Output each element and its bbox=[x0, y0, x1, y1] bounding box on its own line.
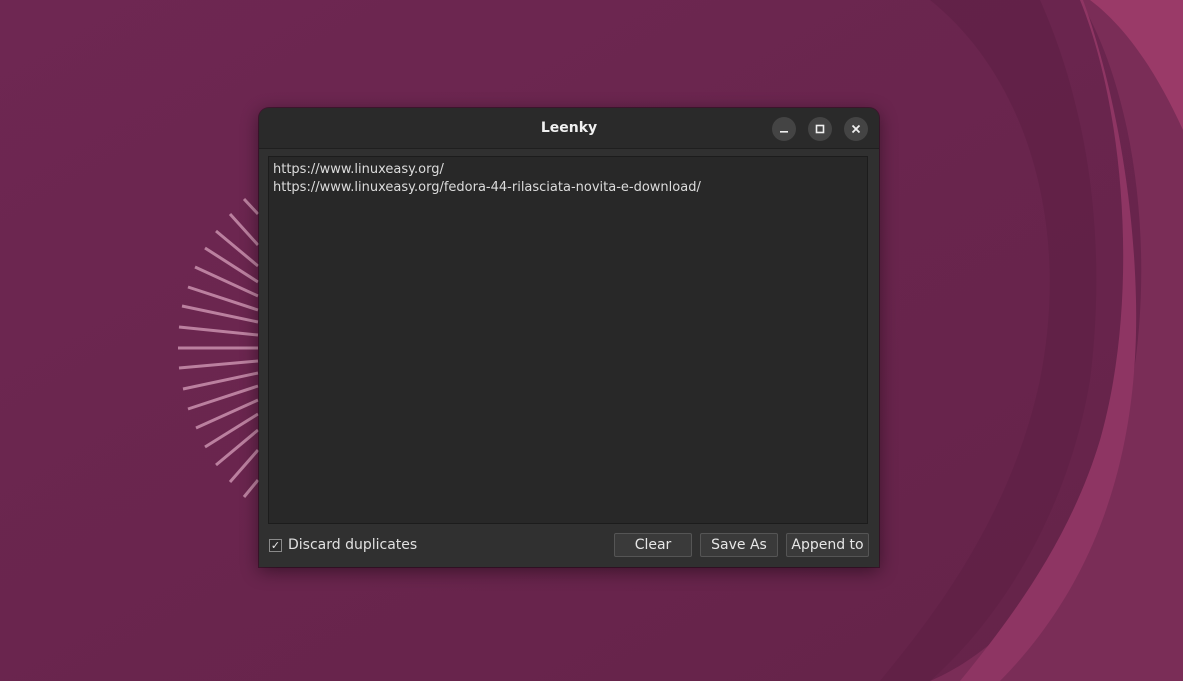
link-line: https://www.linuxeasy.org/ bbox=[273, 162, 444, 177]
clear-button[interactable]: Clear bbox=[614, 533, 692, 557]
close-icon bbox=[851, 124, 861, 134]
minimize-icon bbox=[780, 131, 788, 133]
bottom-bar: ✓ Discard duplicates Clear Save As Appen… bbox=[259, 532, 879, 558]
link-line: https://www.linuxeasy.org/fedora-44-rila… bbox=[273, 180, 701, 195]
leenky-window: Leenky https://www.linuxeasy.org/ https:… bbox=[259, 108, 879, 567]
maximize-button[interactable] bbox=[808, 117, 832, 141]
minimize-button[interactable] bbox=[772, 117, 796, 141]
close-button[interactable] bbox=[844, 117, 868, 141]
discard-duplicates-label: Discard duplicates bbox=[288, 537, 418, 553]
title-bar[interactable]: Leenky bbox=[259, 108, 879, 149]
maximize-icon bbox=[815, 124, 825, 134]
discard-duplicates-option[interactable]: ✓ Discard duplicates bbox=[269, 537, 417, 553]
discard-duplicates-checkbox[interactable]: ✓ bbox=[269, 538, 282, 552]
append-to-button[interactable]: Append to bbox=[786, 533, 869, 557]
save-as-button[interactable]: Save As bbox=[700, 533, 778, 557]
links-text-area[interactable]: https://www.linuxeasy.org/ https://www.l… bbox=[268, 156, 868, 524]
